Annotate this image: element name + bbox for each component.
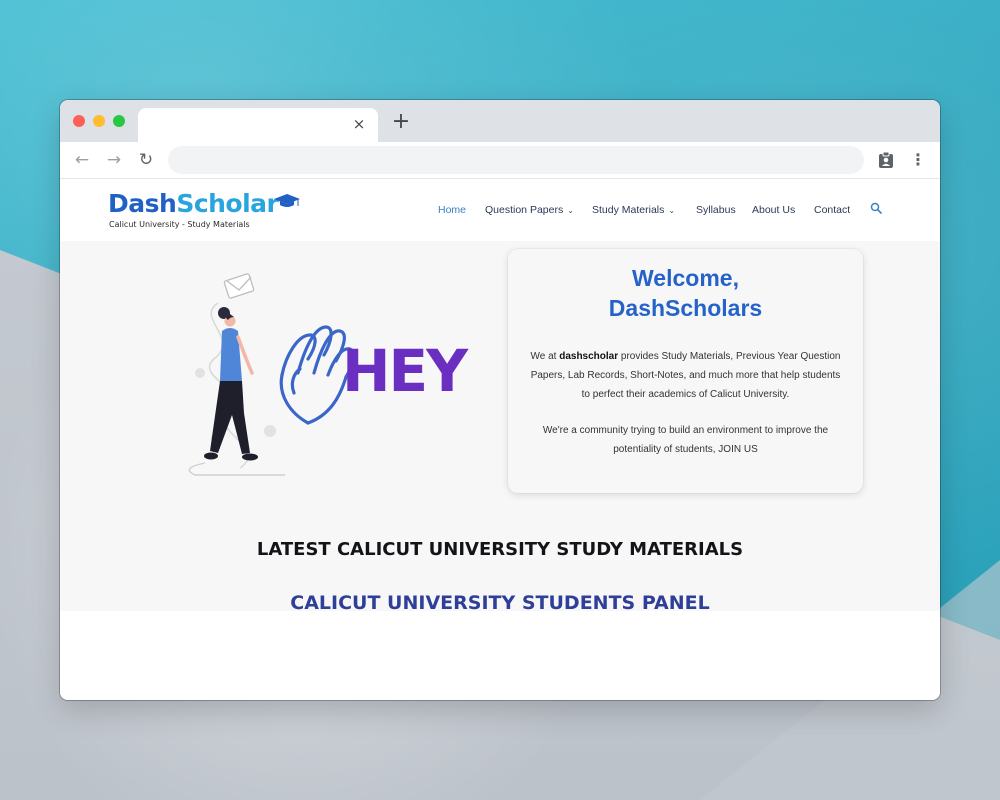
browser-tab[interactable]: × bbox=[138, 108, 378, 142]
welcome-paragraph-2: We're a community trying to build an env… bbox=[542, 425, 829, 455]
welcome-title-line2: DashScholars bbox=[608, 295, 763, 321]
new-tab-icon[interactable]: + bbox=[391, 111, 411, 133]
close-tab-icon[interactable]: × bbox=[350, 115, 368, 133]
para1-prefix: We at bbox=[530, 351, 560, 362]
panel-section bbox=[60, 611, 940, 700]
welcome-title: Welcome, DashScholars bbox=[508, 263, 863, 323]
minimize-window-button[interactable] bbox=[93, 115, 105, 127]
students-panel-heading: CALICUT UNIVERSITY STUDENTS PANEL bbox=[290, 592, 710, 614]
site-tagline: Calicut University - Study Materials bbox=[109, 220, 250, 229]
welcome-card: Welcome, DashScholars We at dashscholar … bbox=[508, 249, 863, 493]
nav-syllabus[interactable]: Syllabus bbox=[696, 204, 736, 216]
hey-illustration: HEY bbox=[188, 273, 470, 476]
nav-contact[interactable]: Contact bbox=[814, 204, 850, 216]
graduation-cap-icon bbox=[274, 194, 300, 207]
hey-text: HEY bbox=[342, 337, 469, 405]
close-window-button[interactable] bbox=[73, 115, 85, 127]
web-page: DashScholar Calicut University - Study M… bbox=[60, 180, 940, 700]
nav-home[interactable]: Home bbox=[438, 204, 466, 216]
latest-materials-heading: LATEST CALICUT UNIVERSITY STUDY MATERIAL… bbox=[256, 539, 744, 560]
tab-bar: × + bbox=[60, 100, 940, 142]
forward-icon[interactable]: → bbox=[104, 150, 124, 170]
hero-section: HEY Welcome, DashScholars We at dashscho… bbox=[60, 241, 940, 501]
para1-brand: dashscholar bbox=[559, 351, 619, 362]
reload-icon[interactable]: ↻ bbox=[136, 150, 156, 170]
nav-question-papers[interactable]: Question Papers ⌄ bbox=[485, 204, 574, 216]
chevron-down-icon: ⌄ bbox=[668, 206, 676, 215]
logo-part-dash: Dash bbox=[108, 189, 177, 218]
nav-question-papers-label: Question Papers bbox=[485, 204, 564, 216]
chevron-down-icon: ⌄ bbox=[567, 206, 574, 215]
search-icon[interactable] bbox=[870, 202, 882, 214]
nav-about-us[interactable]: About Us bbox=[752, 204, 795, 216]
address-bar[interactable] bbox=[168, 146, 864, 174]
nav-study-materials-label: Study Materials bbox=[592, 204, 665, 216]
envelope-icon bbox=[223, 273, 255, 299]
logo-part-scholar: Scholar bbox=[176, 189, 279, 218]
site-logo[interactable]: DashScholar bbox=[108, 188, 300, 220]
browser-menu-icon[interactable]: ⋮ bbox=[908, 150, 928, 170]
back-icon[interactable]: ← bbox=[72, 150, 92, 170]
site-header: DashScholar Calicut University - Study M… bbox=[60, 180, 940, 241]
nav-study-materials[interactable]: Study Materials ⌄ bbox=[592, 204, 675, 216]
browser-window: × + ← → ↻ ⋮ DashScholar Calicut Universi… bbox=[60, 100, 940, 700]
welcome-title-line1: Welcome, bbox=[632, 265, 739, 291]
clipboard-account-icon[interactable] bbox=[877, 151, 895, 169]
maximize-window-button[interactable] bbox=[113, 115, 125, 127]
woman-figure bbox=[204, 307, 258, 461]
browser-toolbar: ← → ↻ ⋮ bbox=[60, 142, 940, 179]
welcome-paragraph-1: We at dashscholar provides Study Materia… bbox=[526, 347, 845, 404]
